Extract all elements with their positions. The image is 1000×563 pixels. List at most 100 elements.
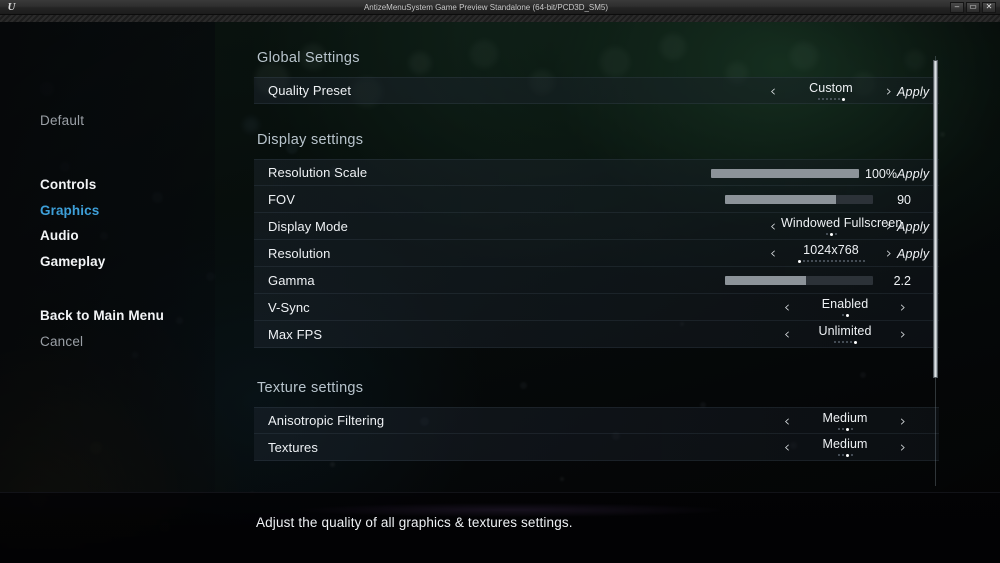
slider-track[interactable] — [725, 276, 873, 285]
back-to-main-menu-button[interactable]: Back to Main Menu — [40, 308, 164, 323]
selector-dot — [839, 260, 841, 262]
setting-row-quality-preset[interactable]: Quality Preset ‹Custom›Apply — [254, 77, 939, 104]
selector-dot — [838, 428, 840, 430]
selector-dot — [830, 98, 832, 100]
slider-value: 100% — [859, 167, 897, 181]
selector-dot — [851, 428, 853, 430]
selector-dot — [846, 454, 849, 457]
settings-panel-content: Global SettingsQuality Preset‹Custom›App… — [236, 22, 942, 461]
close-button[interactable]: ✕ — [982, 2, 996, 13]
selector-dot — [819, 260, 821, 262]
selector-value: Unlimited — [795, 325, 895, 338]
setting-row-gamma[interactable]: Gamma 2.2 — [254, 267, 939, 294]
slider-track[interactable] — [711, 169, 859, 178]
sidebar-item-graphics[interactable]: Graphics — [40, 203, 105, 218]
selector-dot-indicator — [795, 313, 895, 317]
selector-value: Custom — [781, 82, 881, 95]
setting-label: FOV — [254, 192, 295, 207]
unreal-engine-logo-icon: U — [0, 0, 22, 15]
selector-dot-indicator — [781, 259, 881, 263]
sidebar-item-label: Audio — [40, 228, 79, 243]
selector-value-group: Medium — [795, 438, 895, 458]
selector-dot-indicator — [795, 453, 895, 457]
selector-value-group: 1024x768 — [781, 244, 881, 264]
scrollbar-thumb[interactable] — [933, 60, 938, 378]
chevron-left-icon[interactable]: ‹ — [765, 219, 781, 234]
setting-row-anisotropic-filtering[interactable]: Anisotropic Filtering‹Medium› — [254, 407, 939, 434]
setting-row-resolution-scale[interactable]: Resolution Scale 100%Apply — [254, 159, 939, 186]
setting-control: ‹Unlimited› — [779, 321, 939, 348]
selector-dot — [846, 428, 849, 431]
selector-dot — [798, 260, 801, 263]
selector-value-group: Custom — [781, 82, 881, 102]
setting-control: ‹Medium› — [779, 408, 939, 435]
setting-label: Quality Preset — [254, 83, 351, 98]
setting-control: 2.2 — [725, 267, 939, 294]
sidebar-item-controls[interactable]: Controls — [40, 177, 105, 192]
selector-dot — [847, 260, 849, 262]
selector-dot — [838, 98, 840, 100]
chevron-left-icon[interactable]: ‹ — [765, 246, 781, 261]
chevron-left-icon[interactable]: ‹ — [779, 440, 795, 455]
minimize-button[interactable]: – — [950, 2, 964, 13]
maximize-button[interactable]: ▭ — [966, 2, 980, 13]
selector-dot — [834, 341, 836, 343]
slider-track[interactable] — [725, 195, 873, 204]
selector-value-group: Windowed Fullscreen — [781, 217, 881, 237]
section-spacer — [236, 22, 942, 50]
setting-label: Textures — [254, 440, 318, 455]
setting-control: ‹Custom›Apply — [765, 78, 939, 105]
setting-row-textures[interactable]: Textures ‹Medium› — [254, 434, 939, 461]
selector-value-group: Unlimited — [795, 325, 895, 345]
setting-control: ‹Medium› — [779, 434, 939, 461]
setting-label: V-Sync — [254, 300, 310, 315]
chevron-left-icon[interactable]: ‹ — [779, 327, 795, 342]
setting-control: ‹Windowed Fullscreen›Apply — [765, 213, 939, 240]
chevron-left-icon[interactable]: ‹ — [779, 300, 795, 315]
chevron-right-icon[interactable]: › — [881, 84, 897, 99]
window-title: AntizeMenuSystem Game Preview Standalone… — [22, 3, 950, 12]
setting-row-fov[interactable]: FOV 90 — [254, 186, 939, 213]
setting-control: 100%Apply — [711, 160, 939, 187]
selector-dot — [843, 260, 845, 262]
settings-scrollbar[interactable] — [933, 56, 938, 486]
setting-control: 90 — [725, 186, 939, 213]
sidebar-item-audio[interactable]: Audio — [40, 228, 105, 243]
chevron-right-icon[interactable]: › — [895, 440, 911, 455]
selector-dot — [851, 454, 853, 456]
titlebar-texture-strip — [0, 15, 1000, 22]
setting-row-v-sync[interactable]: V-Sync ‹Enabled› — [254, 294, 939, 321]
selector-value-group: Enabled — [795, 298, 895, 318]
setting-label: Max FPS — [254, 327, 322, 342]
chevron-left-icon[interactable]: ‹ — [765, 84, 781, 99]
setting-row-resolution[interactable]: Resolution‹1024x768›Apply — [254, 240, 939, 267]
window-controls: – ▭ ✕ — [950, 2, 1000, 13]
setting-control: ‹1024x768›Apply — [765, 240, 939, 267]
selector-dot — [830, 233, 833, 236]
slider-fill — [711, 169, 859, 178]
sidebar-item-gameplay[interactable]: Gameplay — [40, 254, 105, 269]
setting-row-display-mode[interactable]: Display Mode‹Windowed Fullscreen›Apply — [254, 213, 939, 240]
selector-dot — [842, 314, 844, 316]
setting-label: Resolution Scale — [254, 165, 367, 180]
chevron-left-icon[interactable]: ‹ — [779, 414, 795, 429]
setting-label: Gamma — [254, 273, 315, 288]
cancel-button[interactable]: Cancel — [40, 334, 164, 349]
setting-control: ‹Enabled› — [779, 294, 939, 321]
selector-dot — [850, 341, 852, 343]
selector-dot — [851, 260, 853, 262]
selector-value-group: Medium — [795, 412, 895, 432]
footer-description: Adjust the quality of all graphics & tex… — [256, 515, 573, 530]
chevron-right-icon[interactable]: › — [881, 246, 897, 261]
setting-row-max-fps[interactable]: Max FPS ‹Unlimited› — [254, 321, 939, 348]
selector-dot — [811, 260, 813, 262]
chevron-right-icon[interactable]: › — [895, 414, 911, 429]
chevron-right-icon[interactable]: › — [895, 327, 911, 342]
selector-value: Enabled — [795, 298, 895, 311]
section-spacer — [236, 104, 942, 132]
selector-dot-indicator — [781, 232, 881, 236]
sidebar-item-label: Graphics — [40, 203, 99, 218]
chevron-right-icon[interactable]: › — [895, 300, 911, 315]
profile-label: Default — [40, 113, 84, 128]
selector-dot-indicator — [781, 97, 881, 101]
